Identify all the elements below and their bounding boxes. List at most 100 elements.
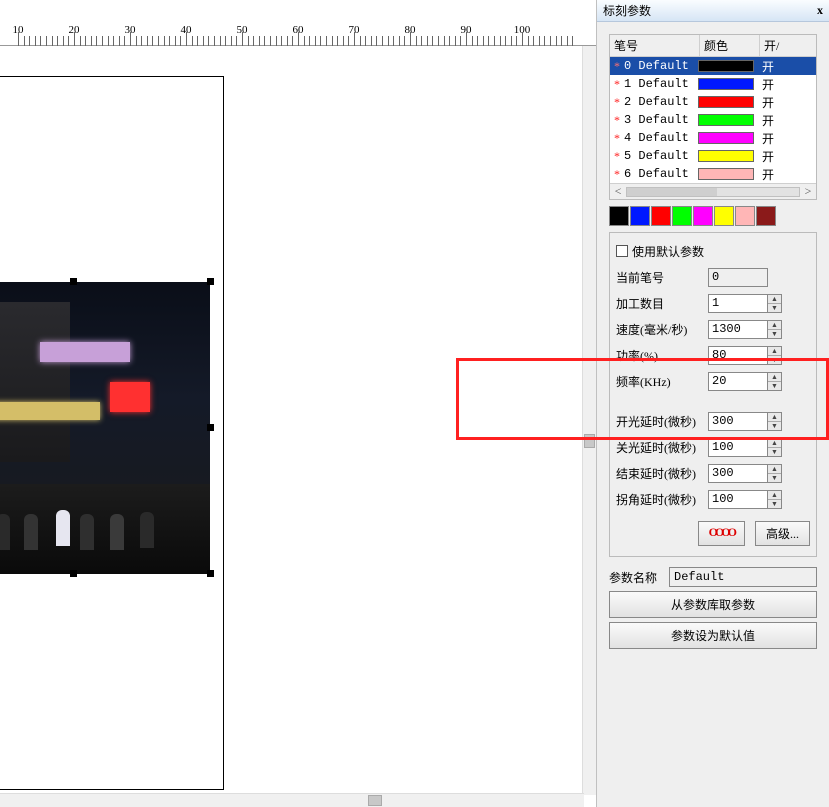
corner-delay-label: 拐角延时(微秒) [616,491,708,508]
panel-titlebar: 标刻参数 x [597,0,829,22]
selection-handle[interactable] [207,424,214,431]
on-delay-spinner[interactable]: ▲▼ [768,412,782,431]
use-default-row: 使用默认参数 [616,239,810,263]
count-input[interactable]: 1 [708,294,768,313]
scroll-thumb[interactable] [627,188,717,196]
pen-row[interactable]: *4 Default开 [610,129,816,147]
scrollbar-thumb[interactable] [368,795,382,806]
pen-label: 5 Default [624,149,698,163]
horizontal-scrollbar[interactable] [0,793,584,807]
pen-color-swatch [698,114,754,126]
use-default-checkbox[interactable] [616,245,628,257]
on-delay-input[interactable]: 300 [708,412,768,431]
use-default-label: 使用默认参数 [632,243,704,260]
pen-label: 2 Default [624,95,698,109]
param-name-label: 参数名称 [609,569,669,586]
pen-on-text: 开 [758,76,774,93]
scrollbar-thumb[interactable] [584,434,595,448]
speed-spinner[interactable]: ▲▼ [768,320,782,339]
corner-delay-spinner[interactable]: ▲▼ [768,490,782,509]
pen-color-swatch [698,96,754,108]
pen-row[interactable]: *0 Default开 [610,57,816,75]
count-label: 加工数目 [616,295,708,312]
pen-color-swatch [698,60,754,72]
advanced-button[interactable]: 高级... [755,521,810,546]
palette-swatch[interactable] [672,206,692,226]
workspace[interactable] [0,46,584,795]
set-as-default-button[interactable]: 参数设为默认值 [609,622,817,649]
pen-row[interactable]: *2 Default 开 [610,93,816,111]
rings-button[interactable]: OOOO [698,521,745,546]
placed-image[interactable] [0,282,210,574]
selection-handle[interactable] [70,278,77,285]
palette-swatch[interactable] [630,206,650,226]
scroll-right-icon[interactable]: > [800,184,816,199]
pen-star-icon: * [610,77,624,92]
scroll-left-icon[interactable]: < [610,184,626,199]
off-delay-input[interactable]: 100 [708,438,768,457]
corner-delay-input[interactable]: 100 [708,490,768,509]
pen-table: 笔号 颜色 开/ *0 Default开*1 Default开*2 Defaul… [609,34,817,200]
pen-star-icon: * [610,149,624,164]
col-color[interactable]: 颜色 [700,35,760,56]
freq-spinner[interactable]: ▲▼ [768,372,782,391]
pen-table-hscroll[interactable]: < > [610,183,816,199]
palette-swatch[interactable] [609,206,629,226]
selection-handle[interactable] [70,570,77,577]
pen-row[interactable]: *3 Default开 [610,111,816,129]
col-on[interactable]: 开/ [760,35,816,56]
freq-input[interactable]: 20 [708,372,768,391]
palette-swatch[interactable] [693,206,713,226]
load-from-library-button[interactable]: 从参数库取参数 [609,591,817,618]
current-pen-label: 当前笔号 [616,269,708,286]
pen-table-header: 笔号 颜色 开/ [610,35,816,57]
speed-label: 速度(毫米/秒) [616,321,708,338]
end-delay-spinner[interactable]: ▲▼ [768,464,782,483]
pen-on-text: 开 [758,130,774,147]
freq-label: 频率(KHz) [616,373,708,390]
color-palette [609,206,817,226]
pen-color-swatch [698,150,754,162]
off-delay-spinner[interactable]: ▲▼ [768,438,782,457]
pen-star-icon: * [610,95,624,110]
power-label: 功率(%) [616,347,708,364]
panel-title-text: 标刻参数 [603,2,651,19]
pen-color-swatch [698,78,754,90]
pen-on-text: 开 [758,112,774,129]
pen-star-icon: * [610,59,624,74]
power-spinner[interactable]: ▲▼ [768,346,782,365]
selection-handle[interactable] [207,278,214,285]
pen-row[interactable]: *5 Default 开 [610,147,816,165]
palette-swatch[interactable] [756,206,776,226]
off-delay-label: 关光延时(微秒) [616,439,708,456]
pen-label: 0 Default [624,59,698,73]
power-input[interactable]: 80 [708,346,768,365]
speed-input[interactable]: 1300 [708,320,768,339]
rings-icon: OOOO [709,525,734,539]
selection-handle[interactable] [207,570,214,577]
on-delay-label: 开光延时(微秒) [616,413,708,430]
pen-label: 6 Default [624,167,698,181]
palette-swatch[interactable] [651,206,671,226]
scroll-track[interactable] [626,187,800,197]
col-pen[interactable]: 笔号 [610,35,700,56]
param-name-value: Default [669,567,817,587]
vertical-scrollbar[interactable] [582,46,596,795]
end-delay-label: 结束延时(微秒) [616,465,708,482]
count-spinner[interactable]: ▲▼ [768,294,782,313]
pen-row[interactable]: *1 Default开 [610,75,816,93]
pen-on-text: 开 [758,166,774,183]
palette-swatch[interactable] [735,206,755,226]
parameter-group: 使用默认参数 当前笔号0 加工数目1▲▼ 速度(毫米/秒)1300▲▼ 功率(%… [609,232,817,557]
marking-params-panel: 标刻参数 x 笔号 颜色 开/ *0 Default开*1 Default开*2… [596,0,829,807]
pen-row[interactable]: *6 Default 开 [610,165,816,183]
panel-close-button[interactable]: x [817,3,823,18]
pen-star-icon: * [610,167,624,182]
pen-on-text: 开 [758,148,774,165]
end-delay-input[interactable]: 300 [708,464,768,483]
param-name-row: 参数名称 Default [609,567,817,587]
horizontal-ruler: 102030405060708090100 [0,24,596,46]
palette-swatch[interactable] [714,206,734,226]
pen-on-text: 开 [758,94,774,111]
pen-color-swatch [698,132,754,144]
